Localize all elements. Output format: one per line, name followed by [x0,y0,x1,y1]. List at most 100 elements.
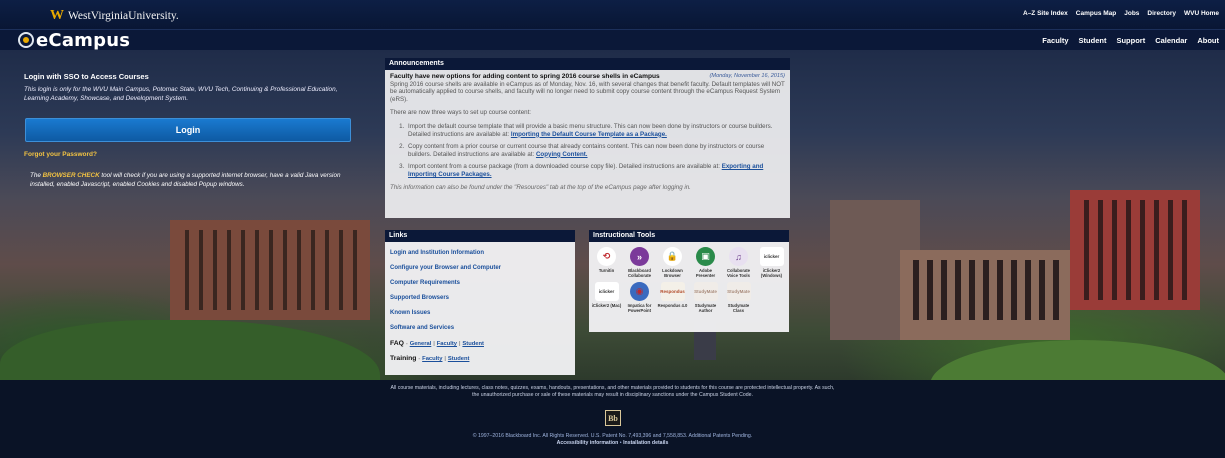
voice-tools-icon: ♫ [729,247,748,266]
ecampus-logo[interactable]: eCampus [18,29,131,51]
installation-link[interactable]: Installation details [623,440,668,446]
nav-about[interactable]: About [1197,36,1219,45]
browser-check-pre: The [30,172,41,179]
training-separator: | [444,356,446,362]
announcements-panel: Announcements Faculty have new options f… [385,58,790,218]
background-building-windows [905,260,1065,320]
link-software-services[interactable]: Software and Services [390,321,570,336]
link-computer-requirements[interactable]: Computer Requirements [390,276,570,291]
tool-item[interactable]: 🔒 Lockdown Browser [656,247,689,278]
faq-label: FAQ [390,340,404,347]
login-button[interactable]: Login [25,118,351,142]
tool-label: Lockdown Browser [662,268,683,278]
wvu-flying-wv-icon: W [50,8,64,23]
nav-faculty[interactable]: Faculty [1042,36,1068,45]
turnitin-icon: ⟲ [597,247,616,266]
app-name: eCampus [36,29,131,51]
instructional-tools-panel: Instructional Tools ⟲ Turnitin » Blackboard… [589,230,789,332]
nav-student[interactable]: Student [1079,36,1107,45]
university-name: WestVirginiaUniversity. [68,10,179,22]
top-link-jobs[interactable]: Jobs [1124,10,1139,17]
tool-label: Studymate Class [727,303,750,313]
footer-links: Accessibility information • Installation… [430,440,795,447]
announcement-title: Faculty have new options for adding cont… [390,73,660,80]
announcement-body: Faculty have new options for adding cont… [385,70,790,200]
top-link-campus-map[interactable]: Campus Map [1076,10,1116,17]
tool-item[interactable]: Respondus Respondus 4.0 [656,282,689,313]
main-nav: Faculty Student Support Calendar About [1042,36,1219,45]
impatica-icon: ◉ [630,282,649,301]
link-known-issues[interactable]: Known Issues [390,306,570,321]
forgot-password-link[interactable]: Forgot your Password? [24,151,97,158]
nav-calendar[interactable]: Calendar [1155,36,1187,45]
announcement-intro: Spring 2016 course shells are available … [390,80,785,103]
copyright-text: © 1997–2016 Blackboard Inc. All Rights R… [472,433,753,439]
top-link-az-index[interactable]: A–Z Site Index [1023,10,1068,17]
link-configure-browser[interactable]: Configure your Browser and Computer [390,261,570,276]
training-faculty-link[interactable]: Faculty [422,356,442,362]
lock-icon: 🔒 [663,247,682,266]
blackboard-logo: Bb [605,410,621,426]
main-nav-bar [0,30,1225,50]
studymate-author-icon: StudyMate [693,282,718,301]
training-label: Training [390,355,417,362]
announcement-step-link[interactable]: Copying Content. [536,151,588,158]
tool-label: iClicker2 (Mac) [591,303,622,308]
tool-item[interactable]: iclicker iClicker2 (Mac) [590,282,623,313]
accessibility-link[interactable]: Accessibility information [557,440,619,446]
tool-label: iClicker2 (Windows) [760,268,783,278]
announcement-date: (Monday, November 16, 2015) [709,73,785,79]
announcement-ways: There are now three ways to set up cours… [390,109,532,117]
link-login-info[interactable]: Login and Institution Information [390,246,570,261]
ecampus-logo-icon [18,32,34,48]
tool-label: Studymate Author [694,303,717,313]
tool-item[interactable]: ▣ Adobe Presenter [689,247,722,278]
browser-check-note: The BROWSER CHECK tool will check if you… [30,172,350,189]
faq-faculty-link[interactable]: Faculty [437,341,457,347]
tools-grid: ⟲ Turnitin » Blackboard Collaborate 🔒 Lockdow… [589,242,789,318]
presenter-icon: ▣ [696,247,715,266]
announcement-step-link[interactable]: Importing the Default Course Template as… [511,131,667,138]
background-building-windows [1075,200,1195,300]
training-student-link[interactable]: Student [448,356,470,362]
top-link-directory[interactable]: Directory [1147,10,1176,17]
legal-notice: All course materials, including lectures… [390,385,835,398]
background-building-windows [175,230,365,310]
tool-label: Impatica for PowerPoint [627,303,652,313]
top-links: A–Z Site Index Campus Map Jobs Directory… [1023,10,1219,17]
faq-student-link[interactable]: Student [462,341,484,347]
tool-label: Blackboard Collaborate [627,268,652,278]
collaborate-icon: » [630,247,649,266]
announcement-footer: This information can also be found under… [390,183,691,191]
login-panel: Login with SSO to Access Courses This lo… [24,72,354,103]
tool-item[interactable]: StudyMate Studymate Author [689,282,722,313]
tool-item[interactable]: StudyMate Studymate Class [722,282,755,313]
faq-general-link[interactable]: General [410,341,432,347]
link-supported-browsers[interactable]: Supported Browsers [390,291,570,306]
top-link-wvu-home[interactable]: WVU Home [1184,10,1219,17]
announcements-heading: Announcements [385,58,790,70]
login-note: This login is only for the WVU Main Camp… [24,86,338,102]
faq-dash: - [405,341,408,347]
announcement-step: Import content from a course package (fr… [406,163,785,178]
announcement-step-text: Import content from a course package (fr… [408,163,720,171]
tool-item[interactable]: » Blackboard Collaborate [623,247,656,278]
nav-support[interactable]: Support [1116,36,1145,45]
faq-separator: | [458,341,461,347]
faq-row: FAQ - General | Faculty | Student [390,336,570,351]
wvu-logo[interactable]: W WestVirginiaUniversity. [50,7,179,25]
browser-check-link[interactable]: BROWSER CHECK [43,172,100,179]
iclicker-mac-icon: iclicker [594,282,619,301]
tool-item[interactable]: ♫ Collaborate Voice Tools [722,247,755,278]
links-list: Login and Institution Information Config… [385,242,575,370]
tool-item[interactable]: ◉ Impatica for PowerPoint [623,282,656,313]
tool-item[interactable]: ⟲ Turnitin [590,247,623,278]
tool-item[interactable]: iclicker iClicker2 (Windows) [755,247,788,278]
links-panel: Links Login and Institution Information … [385,230,575,375]
announcement-title-row: Faculty have new options for adding cont… [390,73,785,81]
links-heading: Links [385,230,575,242]
login-heading: Login with SSO to Access Courses [24,72,149,81]
studymate-class-icon: StudyMate [726,282,751,301]
announcement-steps: Import the default course template that … [406,123,785,179]
footer-bullet: • [619,439,622,446]
